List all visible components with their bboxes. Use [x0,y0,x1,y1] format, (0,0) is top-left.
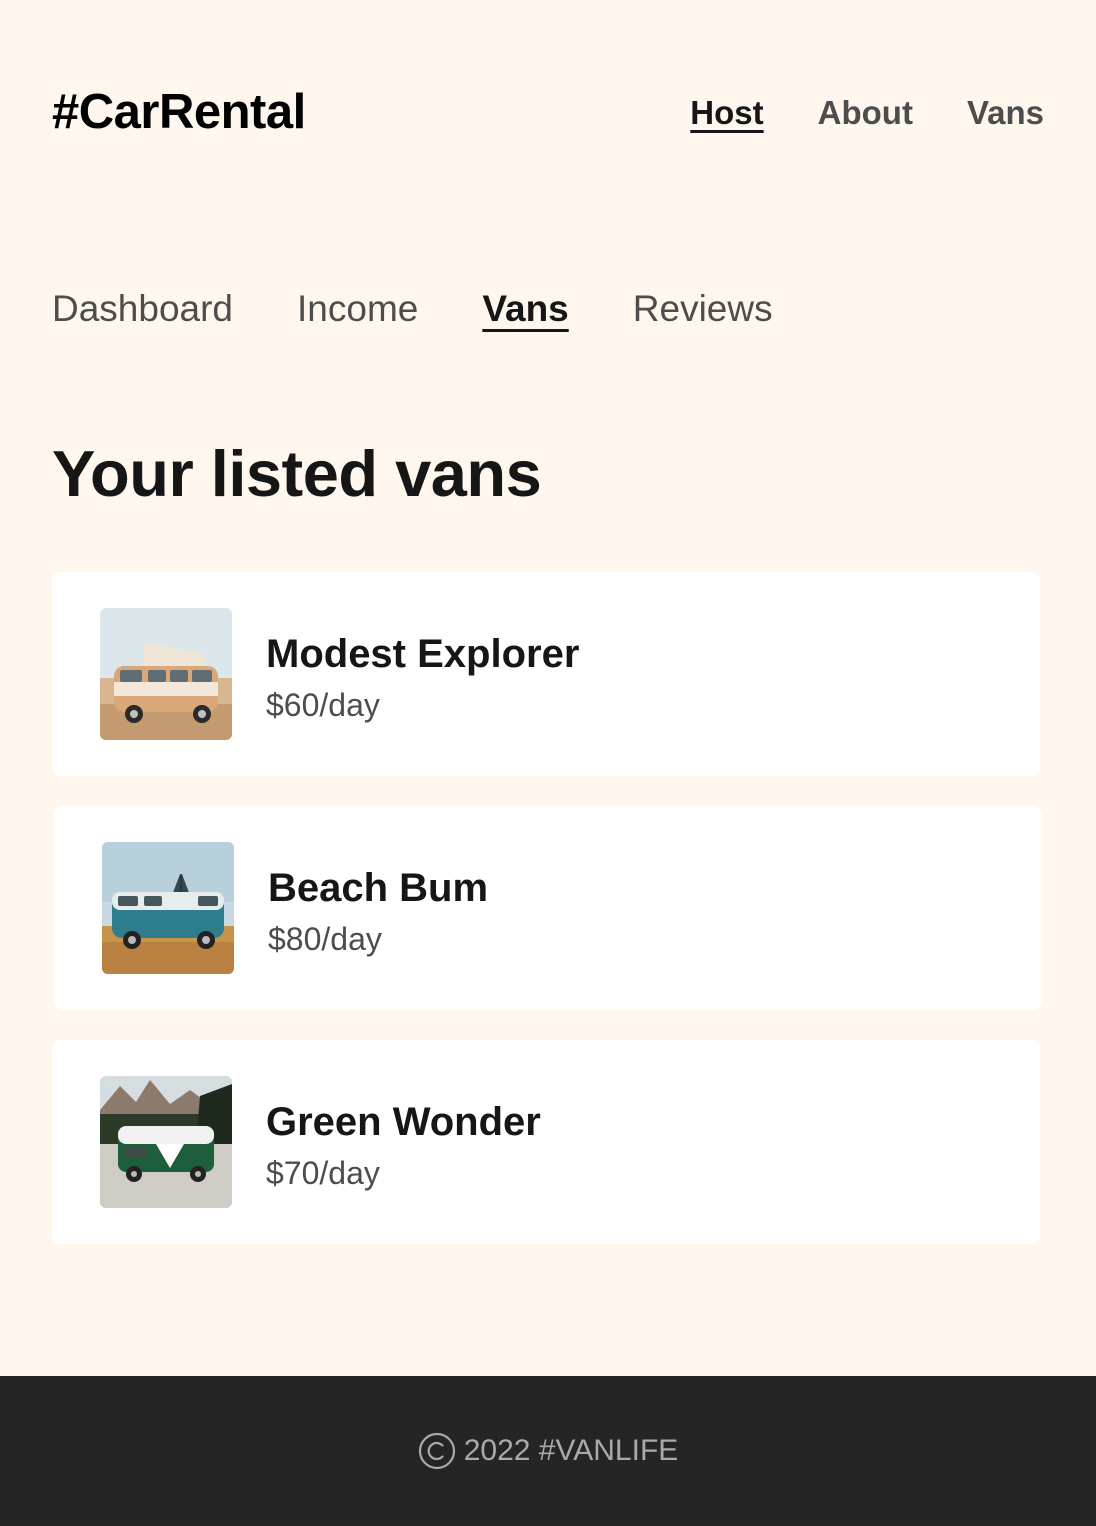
site-logo[interactable]: #CarRental [52,84,306,140]
site-header: #CarRental Host About Vans [0,0,1096,225]
van-name: Modest Explorer [266,632,580,676]
van-price: $60/day [266,687,380,723]
van-card-modest-explorer[interactable]: Modest Explorer $60/day [52,572,1040,776]
van-photo-modest-explorer [100,608,232,740]
van-price: $80/day [268,921,382,957]
nav-link-host[interactable]: Host [690,93,763,133]
van-name: Beach Bum [268,866,489,910]
van-card-green-wonder[interactable]: Green Wonder $70/day [52,1040,1040,1244]
nav-link-vans[interactable]: Vans [967,93,1044,133]
footer-text: 2022 #VANLIFE [463,1434,679,1467]
host-tab-income[interactable]: Income [297,285,418,333]
host-tab-vans[interactable]: Vans [482,285,568,333]
copyright-icon [418,1432,456,1470]
site-footer: 2022 #VANLIFE [0,1376,1096,1526]
van-photo-green-wonder [100,1076,232,1208]
host-tab-dashboard[interactable]: Dashboard [52,285,233,333]
van-card-beach-bum[interactable]: Beach Bum $80/day [54,806,1042,1010]
nav-link-about[interactable]: About [818,93,913,133]
host-nav: Dashboard Income Vans Reviews [52,285,773,333]
van-name: Green Wonder [266,1100,541,1144]
van-price: $70/day [266,1155,380,1191]
van-photo-beach-bum [102,842,234,974]
page-title: Your listed vans [52,437,542,510]
main-nav: Host About Vans [690,93,1044,133]
host-tab-reviews[interactable]: Reviews [633,285,773,333]
